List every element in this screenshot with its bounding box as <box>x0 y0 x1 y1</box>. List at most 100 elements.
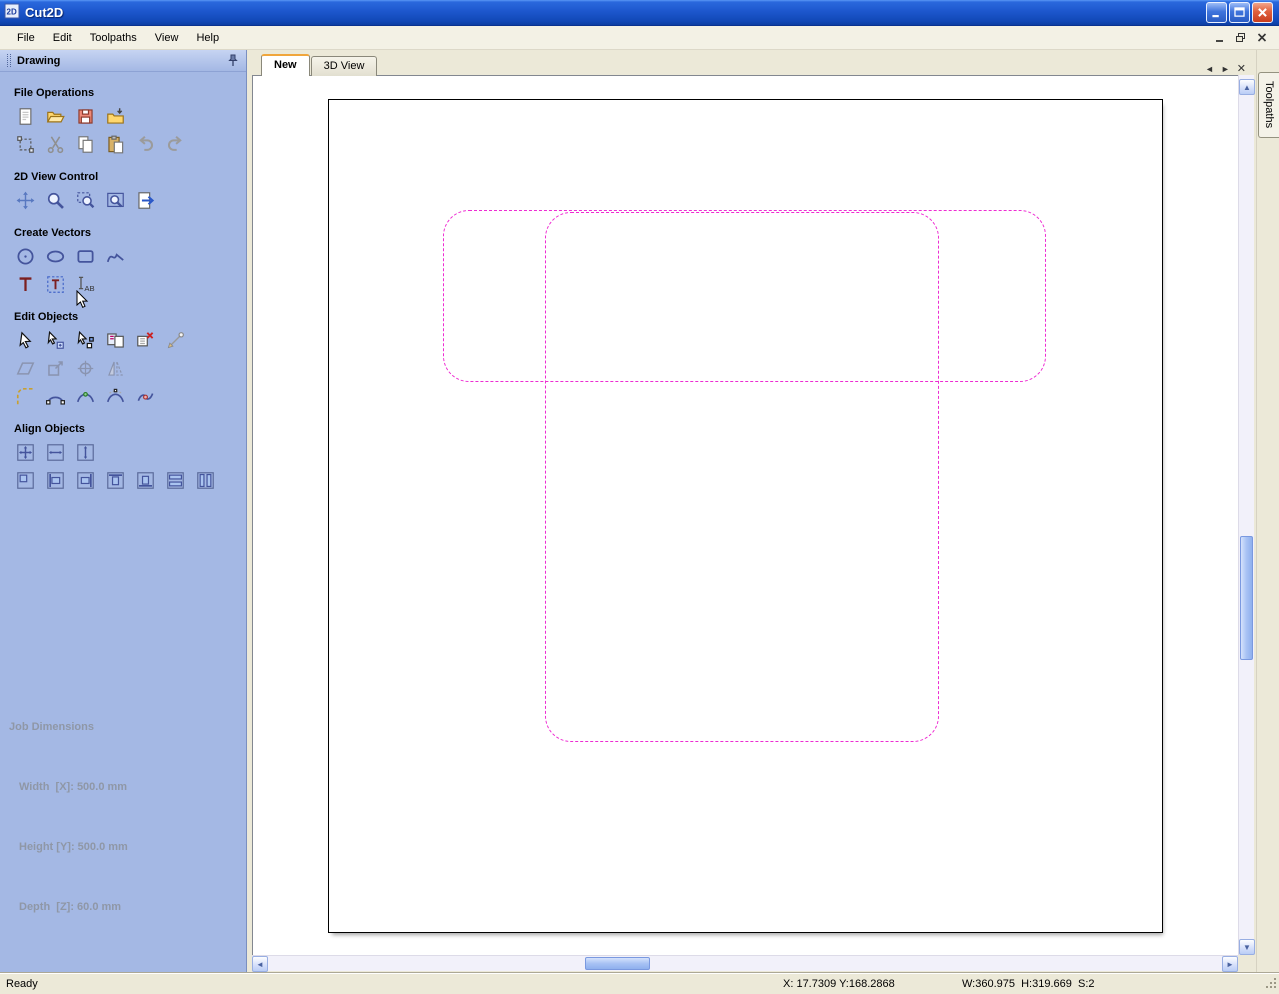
close-button[interactable] <box>1252 2 1273 23</box>
mdi-close-button[interactable] <box>1253 30 1271 46</box>
fit-bezier-icon[interactable] <box>104 385 127 408</box>
scroll-up-button[interactable]: ▲ <box>1239 79 1255 95</box>
vertical-scrollbar[interactable]: ▲ ▼ <box>1238 75 1255 955</box>
join-vectors-icon[interactable] <box>134 385 157 408</box>
tab-new[interactable]: New <box>261 54 310 76</box>
zoom-icon[interactable] <box>44 189 67 212</box>
draw-text-box-icon[interactable] <box>44 273 67 296</box>
drawing-panel: Drawing File Operations 2D View Control Cr… <box>0 50 247 973</box>
drawing-canvas[interactable] <box>252 75 1238 955</box>
horizontal-scroll-thumb[interactable] <box>585 957 650 970</box>
menu-toolpaths[interactable]: Toolpaths <box>81 28 146 48</box>
align-left-icon[interactable] <box>44 469 67 492</box>
tab-close-icon[interactable]: ✕ <box>1237 63 1246 75</box>
maximize-button[interactable] <box>1229 2 1250 23</box>
icon-row: AB <box>14 273 246 296</box>
job-dimensions: Job Dimensions Width [X]: 500.0 mm Heigh… <box>9 677 128 957</box>
window-title: Cut2D <box>25 5 64 20</box>
status-selection-size: W:360.975 H:319.669 S:2 <box>962 978 1095 990</box>
new-file-icon[interactable] <box>14 105 37 128</box>
scale-icon[interactable] <box>44 357 67 380</box>
redo-icon[interactable] <box>164 133 187 156</box>
flip-icon[interactable] <box>104 357 127 380</box>
document-area: New 3D View ◄ ► ✕ ▲ ▼ ◄ ► <box>247 50 1256 973</box>
scroll-down-button[interactable]: ▼ <box>1239 939 1255 955</box>
menu-help[interactable]: Help <box>187 28 228 48</box>
paste-icon[interactable] <box>104 133 127 156</box>
icon-row <box>14 329 246 352</box>
fit-arc-icon[interactable] <box>44 385 67 408</box>
align-right-icon[interactable] <box>74 469 97 492</box>
toolpaths-tab-label: Toolpaths <box>1263 81 1275 129</box>
skew-icon[interactable] <box>14 357 37 380</box>
zoom-page-icon[interactable] <box>134 189 157 212</box>
align-inside-icon[interactable] <box>14 469 37 492</box>
minimize-button[interactable] <box>1206 2 1227 23</box>
icon-row <box>14 441 246 464</box>
pin-icon[interactable] <box>227 54 239 67</box>
menu-file[interactable]: File <box>8 28 44 48</box>
save-file-icon[interactable] <box>74 105 97 128</box>
icon-row <box>14 385 246 408</box>
draw-rectangle-icon[interactable] <box>74 245 97 268</box>
mdi-restore-button[interactable] <box>1232 30 1250 46</box>
draw-circle-icon[interactable] <box>14 245 37 268</box>
center-target-icon[interactable] <box>74 357 97 380</box>
menu-view[interactable]: View <box>146 28 188 48</box>
resize-grip[interactable] <box>1264 976 1278 993</box>
cut-icon[interactable] <box>44 133 67 156</box>
draw-text-cursor-icon[interactable]: AB <box>74 273 97 296</box>
tab-row: New 3D View ◄ ► ✕ <box>247 54 1256 76</box>
select-all-icon[interactable] <box>14 133 37 156</box>
align-center-h-icon[interactable] <box>44 441 67 464</box>
replace-bitmap-icon[interactable] <box>104 329 127 352</box>
tab-scroll-right-icon[interactable]: ► <box>1221 63 1230 75</box>
transform-icon[interactable] <box>44 329 67 352</box>
align-stack-h-icon[interactable] <box>164 469 187 492</box>
zoom-extents-icon[interactable] <box>104 189 127 212</box>
scroll-right-button[interactable]: ► <box>1222 956 1238 972</box>
panel-grip[interactable] <box>7 54 11 67</box>
tab-3d-view[interactable]: 3D View <box>310 56 378 76</box>
tab-scroll-left-icon[interactable]: ◄ <box>1205 63 1214 75</box>
status-coordinates: X: 17.7309 Y:168.2868 <box>783 978 895 990</box>
import-file-icon[interactable] <box>104 105 127 128</box>
node-edit-icon[interactable] <box>74 329 97 352</box>
menu-edit[interactable]: Edit <box>44 28 81 48</box>
svg-text:AB: AB <box>84 284 94 293</box>
icon-row <box>14 469 246 492</box>
job-height: Height [Y]: 500.0 mm <box>19 841 128 853</box>
select-icon[interactable] <box>14 329 37 352</box>
align-center-v-icon[interactable] <box>74 441 97 464</box>
fit-curve-icon[interactable] <box>74 385 97 408</box>
status-bar: Ready X: 17.7309 Y:168.2868 W:360.975 H:… <box>0 973 1279 994</box>
align-bottom-icon[interactable] <box>134 469 157 492</box>
scroll-left-button[interactable]: ◄ <box>252 956 268 972</box>
draw-text-icon[interactable] <box>14 273 37 296</box>
vector-rounded-rect-vertical[interactable] <box>545 212 939 742</box>
draw-ellipse-icon[interactable] <box>44 245 67 268</box>
open-file-icon[interactable] <box>44 105 67 128</box>
icon-row <box>14 245 246 268</box>
title-bar[interactable]: 2D Cut2D <box>0 0 1279 26</box>
draw-polyline-icon[interactable] <box>104 245 127 268</box>
undo-icon[interactable] <box>134 133 157 156</box>
panel-title: Drawing <box>17 54 61 67</box>
section-title: File Operations <box>14 87 95 99</box>
align-center-both-icon[interactable] <box>14 441 37 464</box>
pan-icon[interactable] <box>14 189 37 212</box>
delete-node-icon[interactable] <box>134 329 157 352</box>
copy-icon[interactable] <box>74 133 97 156</box>
horizontal-scrollbar[interactable]: ◄ ► <box>252 955 1238 972</box>
icon-row <box>14 105 246 128</box>
section-title: Align Objects <box>14 423 85 435</box>
toolpaths-tab[interactable]: Toolpaths <box>1258 72 1279 138</box>
mdi-minimize-button[interactable] <box>1211 30 1229 46</box>
align-stack-v-icon[interactable] <box>194 469 217 492</box>
measure-icon[interactable] <box>164 329 187 352</box>
vertical-scroll-thumb[interactable] <box>1240 536 1253 660</box>
zoom-box-icon[interactable] <box>74 189 97 212</box>
fillet-icon[interactable] <box>14 385 37 408</box>
align-top-icon[interactable] <box>104 469 127 492</box>
job-depth: Depth [Z]: 60.0 mm <box>19 901 122 913</box>
